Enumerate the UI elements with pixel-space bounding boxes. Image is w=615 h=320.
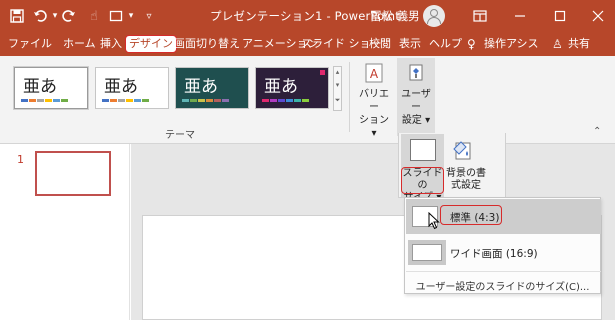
redo-icon[interactable] <box>60 7 78 25</box>
menu-divider <box>406 271 601 272</box>
ribbon-display-icon[interactable] <box>460 0 500 32</box>
menu-item-widescreen[interactable]: ワイド画面 (16:9) <box>406 235 601 270</box>
format-background-icon <box>450 139 476 163</box>
tab-view[interactable]: 表示 <box>397 35 423 53</box>
tab-design[interactable]: デザイン <box>125 35 177 53</box>
variations-button[interactable]: A バリエー ション ▾ <box>356 62 392 140</box>
tab-file[interactable]: ファイル <box>6 35 54 53</box>
ribbon-design: 亜あ 亜あ 亜あ 亜あ ▴ ▾ ⏷ テーマ A バリエー ション ▾ ユーザー … <box>0 56 615 144</box>
tab-insert[interactable]: 挿入 <box>98 35 124 53</box>
lightbulb-icon[interactable]: ♀ <box>465 35 478 53</box>
new-slide-dropdown-icon[interactable]: ▾ <box>122 7 140 25</box>
tab-help[interactable]: ヘルプ <box>427 35 464 53</box>
close-icon[interactable] <box>578 0 615 32</box>
share-button[interactable]: 共有 <box>566 35 592 53</box>
avatar[interactable] <box>423 5 445 27</box>
menu-item-custom-size[interactable]: ユーザー設定のスライドのサイズ(C)... <box>405 278 600 293</box>
slide-thumbnail[interactable] <box>35 151 111 196</box>
tell-me-box[interactable]: 操作アシス <box>482 35 541 53</box>
customize-icon <box>406 62 426 84</box>
theme-office[interactable]: 亜あ <box>14 67 88 109</box>
mouse-cursor-icon <box>428 211 442 230</box>
scroll-down-icon[interactable]: ▾ <box>334 81 341 89</box>
slide-size-highlight-box <box>401 167 444 194</box>
customize-qat-icon[interactable]: ▿ <box>140 7 158 25</box>
collapse-ribbon-icon[interactable]: ⌃ <box>593 126 601 137</box>
theme-purple[interactable]: 亜あ <box>255 67 329 109</box>
theme-color-bars <box>262 99 309 102</box>
tab-review[interactable]: 校閲 <box>367 35 393 53</box>
maximize-icon[interactable] <box>540 0 580 32</box>
user-name[interactable]: 冨松 義男 <box>370 8 420 24</box>
theme-office-2[interactable]: 亜あ <box>95 67 169 109</box>
standard-highlight-box <box>440 205 502 225</box>
share-icon[interactable]: ♙ <box>550 35 565 53</box>
touch-mode-icon[interactable]: ☝ <box>85 7 103 25</box>
theme-teal[interactable]: 亜あ <box>175 67 249 109</box>
ribbon-tabs: ファイル ホーム 挿入 デザイン 画面切り替え アニメーション スライド ショー… <box>0 32 615 56</box>
minimize-icon[interactable] <box>500 0 540 32</box>
theme-color-bars <box>102 99 149 102</box>
save-icon[interactable] <box>8 7 26 25</box>
tab-home[interactable]: ホーム <box>61 35 98 53</box>
variations-icon: A <box>364 62 384 84</box>
gallery-more-icon[interactable]: ⏷ <box>334 96 341 105</box>
group-divider <box>349 62 350 132</box>
scroll-up-icon[interactable]: ▴ <box>334 68 341 76</box>
svg-text:A: A <box>370 67 379 81</box>
title-bar: ▾ ☝ ▾ ▿ プレゼンテーション1 - PowerPoint 冨松 義男 <box>0 0 615 32</box>
theme-color-bars <box>21 99 68 102</box>
slide-thumbnails-pane: 1 <box>0 144 130 320</box>
slide-number: 1 <box>17 153 24 166</box>
format-background-button[interactable]: 背景の書 式設定 <box>446 168 486 192</box>
slide-size-icon <box>410 139 436 161</box>
widescreen-aspect-icon <box>412 244 442 261</box>
group-label-themes: テーマ <box>165 130 195 141</box>
tab-transitions[interactable]: 画面切り替え <box>172 35 242 53</box>
theme-accent-mark <box>320 70 325 75</box>
theme-color-bars <box>182 99 229 102</box>
customize-button[interactable]: ユーザー 設定 ▾ <box>397 62 435 127</box>
theme-gallery-scroll[interactable]: ▴ ▾ ⏷ <box>333 66 342 111</box>
